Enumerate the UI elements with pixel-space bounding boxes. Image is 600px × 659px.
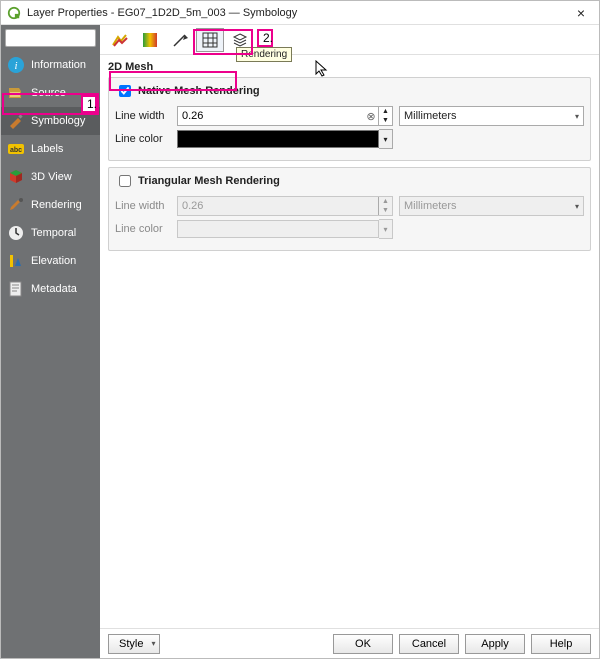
labels-icon: abc — [7, 140, 25, 158]
sidebar-item-metadata[interactable]: Metadata — [1, 275, 100, 303]
sidebar-search — [1, 25, 100, 51]
sidebar-item-label: Elevation — [31, 255, 76, 267]
elevation-icon — [7, 252, 25, 270]
triangular-line-width-label: Line width — [115, 200, 171, 212]
svg-text:i: i — [14, 60, 17, 72]
native-units-value: Millimeters — [404, 110, 457, 122]
sidebar-item-label: Metadata — [31, 283, 77, 295]
toolbar-tooltip: Rendering — [236, 47, 292, 62]
help-button[interactable]: Help — [531, 634, 591, 654]
style-button[interactable]: Style — [108, 634, 160, 654]
callout-1: 1. — [81, 95, 97, 113]
sidebar-item-elevation[interactable]: Elevation — [1, 247, 100, 275]
sidebar-item-temporal[interactable]: Temporal — [1, 219, 100, 247]
triangular-line-width-input — [178, 197, 378, 215]
native-line-width-spin[interactable]: ⊗ ▲▼ — [177, 106, 393, 126]
callout-2: 2. — [257, 29, 273, 47]
native-mesh-label: Native Mesh Rendering — [138, 85, 260, 97]
dialog-footer: Style OK Cancel Apply Help — [100, 628, 599, 658]
toolbar-mesh-button[interactable] — [196, 28, 224, 52]
native-line-color-dropdown[interactable]: ▾ — [379, 129, 393, 149]
spin-up-icon[interactable]: ▲ — [379, 107, 392, 116]
source-icon — [7, 84, 25, 102]
sidebar-item-label: 3D View — [31, 171, 72, 183]
cancel-button[interactable]: Cancel — [399, 634, 459, 654]
sidebar-item-label: Rendering — [31, 199, 82, 211]
toolbar-contours-button[interactable] — [106, 28, 134, 52]
triangular-line-width-spin: ▲▼ — [177, 196, 393, 216]
cube-icon — [7, 168, 25, 186]
clear-icon[interactable]: ⊗ — [364, 110, 378, 123]
triangular-units-select: Millimeters ▾ — [399, 196, 584, 216]
clock-icon — [7, 224, 25, 242]
native-mesh-panel: Native Mesh Rendering Line width ⊗ ▲▼ Mi… — [108, 77, 591, 161]
symbology-content: 2D Mesh Native Mesh Rendering Line width… — [100, 55, 599, 628]
sidebar-item-label: Temporal — [31, 227, 76, 239]
ok-button[interactable]: OK — [333, 634, 393, 654]
brush-icon — [7, 196, 25, 214]
sidebar-item-labels[interactable]: abc Labels — [1, 135, 100, 163]
symbology-toolbar: Rendering — [100, 25, 599, 55]
triangular-line-color-label: Line color — [115, 223, 171, 235]
section-title-2d-mesh: 2D Mesh — [108, 61, 591, 73]
sidebar-item-label: Labels — [31, 143, 63, 155]
svg-text:abc: abc — [10, 147, 22, 154]
sidebar-item-label: Symbology — [31, 115, 85, 127]
symbology-icon — [7, 112, 25, 130]
qgis-icon — [7, 6, 21, 20]
native-units-select[interactable]: Millimeters ▾ — [399, 106, 584, 126]
sidebar-item-rendering[interactable]: Rendering — [1, 191, 100, 219]
chevron-down-icon: ▾ — [575, 112, 579, 121]
window-title: Layer Properties - EG07_1D2D_5m_003 — Sy… — [27, 7, 569, 19]
apply-button[interactable]: Apply — [465, 634, 525, 654]
close-button[interactable]: × — [569, 5, 593, 21]
native-line-color-swatch[interactable] — [177, 130, 379, 148]
native-line-width-label: Line width — [115, 110, 171, 122]
sidebar: i Information Source Symbology abc Label… — [1, 25, 100, 658]
triangular-units-value: Millimeters — [404, 200, 457, 212]
chevron-down-icon: ▾ — [575, 202, 579, 211]
metadata-icon — [7, 280, 25, 298]
triangular-line-color-swatch — [177, 220, 379, 238]
sidebar-item-label: Information — [31, 59, 86, 71]
toolbar-arrow-button[interactable] — [166, 28, 194, 52]
triangular-mesh-panel: Triangular Mesh Rendering Line width ▲▼ … — [108, 167, 591, 251]
spin-down-icon[interactable]: ▼ — [379, 116, 392, 125]
info-icon: i — [7, 56, 25, 74]
native-line-color-label: Line color — [115, 133, 171, 145]
titlebar: Layer Properties - EG07_1D2D_5m_003 — Sy… — [1, 1, 599, 25]
spin-up-icon: ▲ — [379, 197, 392, 206]
triangular-mesh-checkbox[interactable] — [119, 175, 131, 187]
native-line-width-input[interactable] — [178, 107, 364, 125]
layer-properties-dialog: Layer Properties - EG07_1D2D_5m_003 — Sy… — [0, 0, 600, 659]
search-input[interactable] — [5, 29, 96, 47]
native-mesh-checkbox[interactable] — [119, 85, 131, 97]
sidebar-item-information[interactable]: i Information — [1, 51, 100, 79]
triangular-line-color-dropdown: ▾ — [379, 219, 393, 239]
spin-down-icon: ▼ — [379, 206, 392, 215]
sidebar-item-label: Source — [31, 87, 66, 99]
toolbar-vectors-button[interactable] — [136, 28, 164, 52]
sidebar-item-3dview[interactable]: 3D View — [1, 163, 100, 191]
triangular-mesh-label: Triangular Mesh Rendering — [138, 175, 280, 187]
